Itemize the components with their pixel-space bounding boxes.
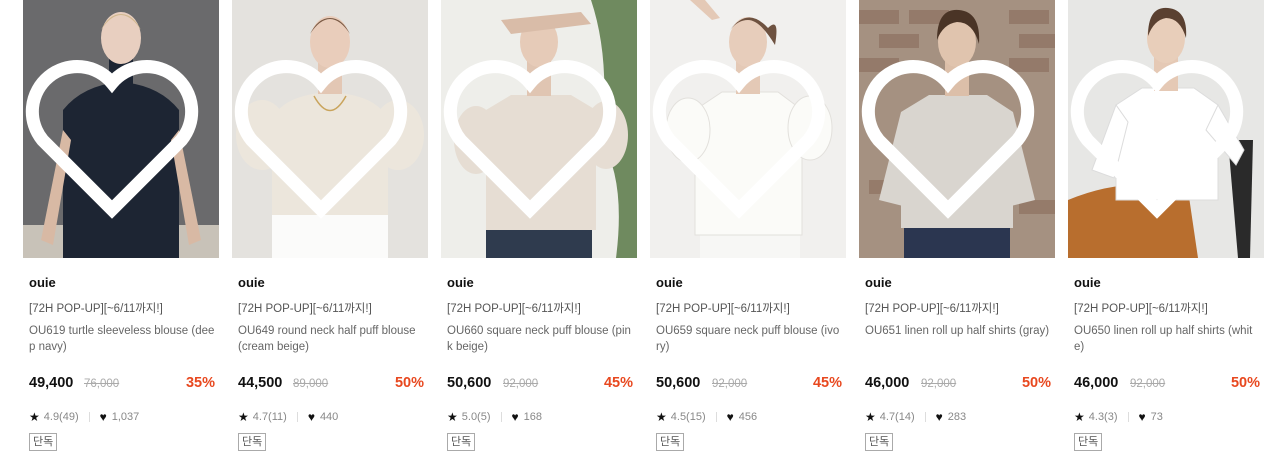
- discount-rate: 35%: [185, 375, 215, 391]
- product-card[interactable]: ouie [72H POP-UP][~6/11까지!] OU651 linen …: [859, 0, 1055, 475]
- promo-text: [72H POP-UP][~6/11까지!]: [447, 303, 581, 315]
- like-count: 1,037: [111, 411, 140, 423]
- sale-price: 44,500: [238, 375, 283, 391]
- original-price: 76,000: [84, 378, 120, 390]
- rating: 5.0(5): [461, 411, 491, 423]
- product-name[interactable]: OU659 square neck puff blouse (ivory): [656, 323, 842, 355]
- divider: [296, 412, 298, 422]
- product-name[interactable]: OU660 square neck puff blouse (pink beig…: [447, 323, 633, 355]
- exclusive-badge: 단독: [656, 433, 685, 451]
- divider: [88, 412, 90, 422]
- sale-price: 50,600: [656, 375, 701, 391]
- product-name[interactable]: OU650 linen roll up half shirts (white): [1074, 323, 1260, 355]
- like-count: 73: [1150, 411, 1163, 423]
- exclusive-badge: 단독: [1074, 433, 1103, 451]
- divider: [500, 412, 502, 422]
- like-count: 456: [738, 411, 758, 423]
- product-meta: ★ 4.3(3) ♥ 73: [1074, 410, 1163, 424]
- star-icon: ★: [29, 410, 40, 424]
- brand-name[interactable]: ouie: [865, 275, 892, 290]
- exclusive-badge: 단독: [238, 433, 267, 451]
- product-meta: ★ 4.9(49) ♥ 1,037: [29, 410, 139, 424]
- promo-text: [72H POP-UP][~6/11까지!]: [865, 303, 999, 315]
- star-icon: ★: [238, 410, 249, 424]
- exclusive-badge: 단독: [865, 433, 894, 451]
- discount-rate: 50%: [394, 375, 424, 391]
- brand-name[interactable]: ouie: [1074, 275, 1101, 290]
- brand-name[interactable]: ouie: [29, 275, 56, 290]
- product-name[interactable]: OU649 round neck half puff blouse (cream…: [238, 323, 424, 355]
- star-icon: ★: [865, 410, 876, 424]
- discount-rate: 45%: [812, 375, 842, 391]
- brand-name[interactable]: ouie: [447, 275, 474, 290]
- sale-price: 49,400: [29, 375, 74, 391]
- sale-price: 46,000: [1074, 375, 1119, 391]
- promo-text: [72H POP-UP][~6/11까지!]: [29, 303, 163, 315]
- exclusive-badge: 단독: [447, 433, 476, 451]
- product-meta: ★ 4.5(15) ♥ 456: [656, 410, 757, 424]
- heart-icon: ♥: [99, 410, 107, 424]
- wishlist-heart-icon[interactable]: [1068, 7, 1255, 258]
- like-count: 440: [319, 411, 339, 423]
- brand-name[interactable]: ouie: [238, 275, 265, 290]
- product-image[interactable]: [23, 0, 219, 258]
- product-name[interactable]: OU651 linen roll up half shirts (gray): [865, 323, 1051, 339]
- wishlist-heart-icon[interactable]: [650, 7, 837, 258]
- sale-price: 50,600: [447, 375, 492, 391]
- original-price: 92,000: [921, 378, 957, 390]
- product-image[interactable]: [232, 0, 428, 258]
- rating: 4.9(49): [43, 411, 79, 423]
- original-price: 92,000: [503, 378, 539, 390]
- original-price: 92,000: [712, 378, 748, 390]
- heart-icon: ♥: [307, 410, 315, 424]
- discount-rate: 45%: [603, 375, 633, 391]
- star-icon: ★: [1074, 410, 1085, 424]
- promo-text: [72H POP-UP][~6/11까지!]: [1074, 303, 1208, 315]
- like-count: 283: [947, 411, 967, 423]
- exclusive-badge: 단독: [29, 433, 58, 451]
- product-image[interactable]: [859, 0, 1055, 258]
- discount-rate: 50%: [1230, 375, 1260, 391]
- star-icon: ★: [447, 410, 458, 424]
- wishlist-heart-icon[interactable]: [232, 7, 419, 258]
- promo-text: [72H POP-UP][~6/11까지!]: [238, 303, 372, 315]
- divider: [924, 412, 926, 422]
- rating: 4.7(14): [879, 411, 915, 423]
- rating: 4.7(11): [252, 411, 287, 423]
- product-card[interactable]: ouie [72H POP-UP][~6/11까지!] OU649 round …: [232, 0, 428, 475]
- discount-rate: 50%: [1021, 375, 1051, 391]
- wishlist-heart-icon[interactable]: [23, 7, 210, 258]
- product-name[interactable]: OU619 turtle sleeveless blouse (deep nav…: [29, 323, 215, 355]
- product-image[interactable]: [441, 0, 637, 258]
- product-card[interactable]: ouie [72H POP-UP][~6/11까지!] OU650 linen …: [1068, 0, 1264, 475]
- product-meta: ★ 4.7(11) ♥ 440: [238, 410, 338, 424]
- heart-icon: ♥: [1138, 410, 1146, 424]
- heart-icon: ♥: [935, 410, 943, 424]
- product-meta: ★ 4.7(14) ♥ 283: [865, 410, 966, 424]
- product-image[interactable]: [650, 0, 846, 258]
- original-price: 92,000: [1130, 378, 1166, 390]
- product-card[interactable]: ouie [72H POP-UP][~6/11까지!] OU660 square…: [441, 0, 637, 475]
- like-count: 168: [523, 411, 542, 423]
- wishlist-heart-icon[interactable]: [859, 7, 1046, 258]
- product-card[interactable]: ouie [72H POP-UP][~6/11까지!] OU619 turtle…: [23, 0, 219, 475]
- promo-text: [72H POP-UP][~6/11까지!]: [656, 303, 790, 315]
- product-meta: ★ 5.0(5) ♥ 168: [447, 410, 542, 424]
- product-image[interactable]: [1068, 0, 1264, 258]
- sale-price: 46,000: [865, 375, 910, 391]
- product-card[interactable]: ouie [72H POP-UP][~6/11까지!] OU659 square…: [650, 0, 846, 475]
- star-icon: ★: [656, 410, 667, 424]
- heart-icon: ♥: [726, 410, 734, 424]
- product-grid: ouie [72H POP-UP][~6/11까지!] OU619 turtle…: [23, 0, 1264, 475]
- divider: [715, 412, 717, 422]
- heart-icon: ♥: [511, 410, 519, 424]
- original-price: 89,000: [293, 378, 329, 390]
- rating: 4.5(15): [670, 411, 706, 423]
- brand-name[interactable]: ouie: [656, 275, 683, 290]
- wishlist-heart-icon[interactable]: [441, 7, 628, 258]
- divider: [1127, 412, 1129, 422]
- rating: 4.3(3): [1088, 411, 1118, 423]
